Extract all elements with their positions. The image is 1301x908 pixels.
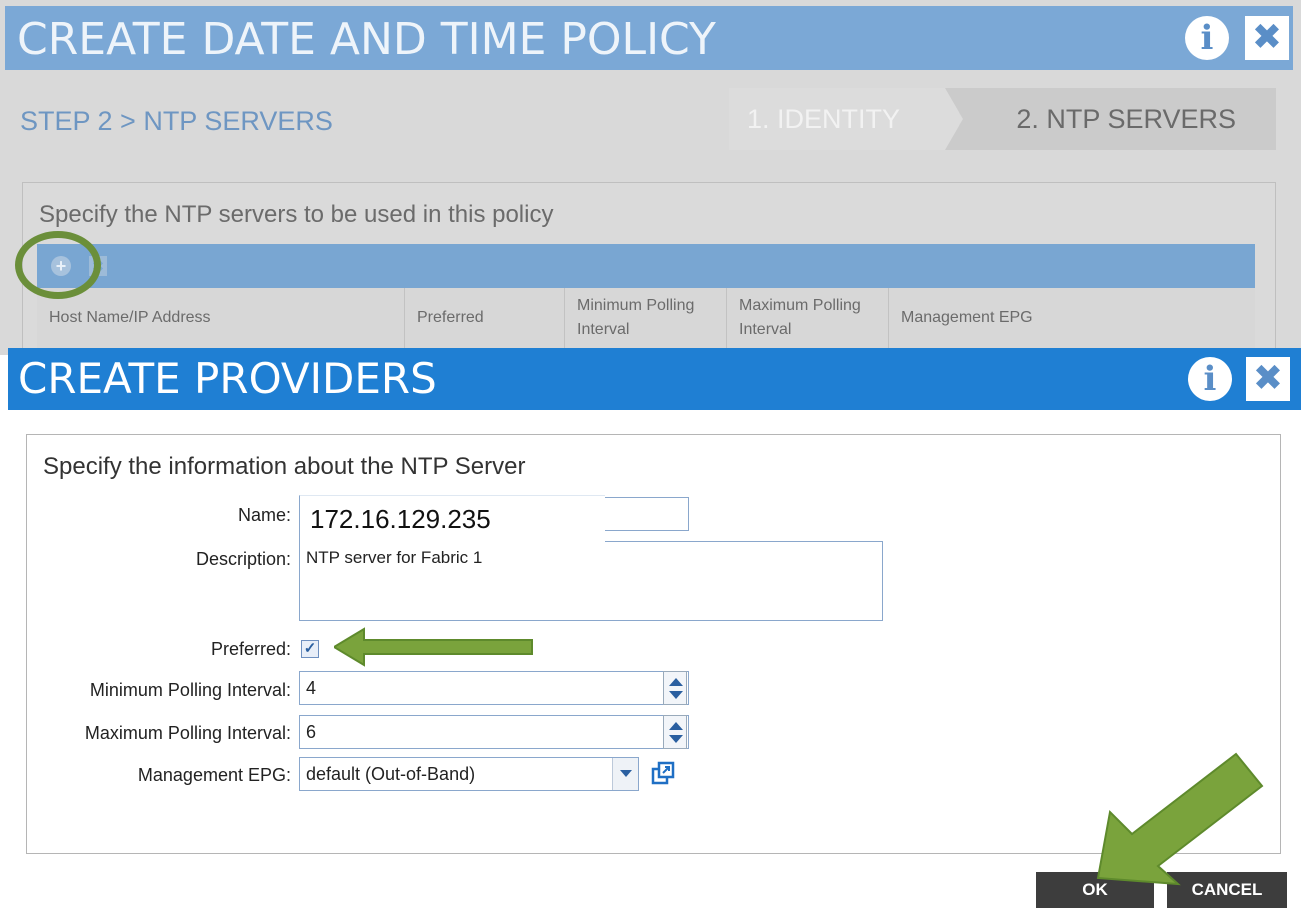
max-polling-input[interactable]: 6 — [299, 715, 689, 749]
callout-arrow-preferred — [334, 627, 533, 667]
step-label: STEP 2 > NTP SERVERS — [20, 106, 333, 136]
description-textarea[interactable]: NTP server for Fabric 1 — [299, 541, 883, 621]
column-min-polling[interactable]: Minimum Polling Interval — [565, 288, 727, 348]
management-epg-value: default (Out-of-Band) — [306, 764, 476, 784]
create-providers-title: CREATE PROVIDERS — [18, 354, 437, 403]
callout-arrow-ok — [1096, 752, 1264, 886]
description-label: Description: — [195, 549, 291, 569]
max-polling-stepper[interactable] — [663, 715, 687, 749]
min-polling-input[interactable]: 4 — [299, 671, 689, 705]
callout-circle — [15, 231, 101, 299]
background-dialog-titlebar: CREATE DATE AND TIME POLICY i ✖ — [5, 6, 1293, 70]
increment-icon[interactable] — [669, 678, 683, 686]
wizard-step-identity[interactable]: 1. IDENTITY — [729, 88, 959, 150]
column-host-name[interactable]: Host Name/IP Address — [37, 288, 405, 348]
min-polling-label: Minimum Polling Interval: — [89, 680, 291, 700]
table-toolbar: + ✖ — [37, 244, 1255, 288]
management-epg-label: Management EPG: — [137, 765, 291, 785]
max-polling-label: Maximum Polling Interval: — [84, 723, 291, 743]
info-icon[interactable]: i — [1185, 16, 1229, 60]
background-dialog: CREATE DATE AND TIME POLICY i ✖ STEP 2 >… — [0, 0, 1301, 362]
name-input[interactable]: 172.16.129.235 — [299, 495, 605, 545]
info-icon[interactable]: i — [1188, 357, 1232, 401]
increment-icon[interactable] — [669, 722, 683, 730]
management-epg-select[interactable]: default (Out-of-Band) — [299, 757, 639, 791]
decrement-icon[interactable] — [669, 691, 683, 699]
create-providers-titlebar: CREATE PROVIDERS i ✖ — [8, 348, 1301, 410]
preferred-checkbox[interactable]: ✓ — [301, 640, 319, 658]
column-max-polling[interactable]: Maximum Polling Interval — [727, 288, 889, 348]
wizard-step-ntp-servers[interactable]: 2. NTP SERVERS — [945, 88, 1276, 150]
column-management-epg[interactable]: Management EPG — [889, 288, 1255, 348]
min-polling-stepper[interactable] — [663, 671, 687, 705]
ntp-servers-panel-text: Specify the NTP servers to be used in th… — [39, 201, 554, 228]
chevron-down-icon[interactable] — [612, 758, 638, 790]
name-label: Name: — [237, 505, 291, 525]
background-dialog-title: CREATE DATE AND TIME POLICY — [17, 14, 716, 65]
table-header: Host Name/IP Address Preferred Minimum P… — [37, 288, 1255, 348]
open-link-icon[interactable] — [651, 761, 675, 785]
column-preferred[interactable]: Preferred — [405, 288, 565, 348]
close-icon[interactable]: ✖ — [1246, 357, 1290, 401]
wizard-steps: 1. IDENTITY 2. NTP SERVERS — [729, 88, 1276, 150]
form-heading: Specify the information about the NTP Se… — [43, 453, 526, 480]
decrement-icon[interactable] — [669, 735, 683, 743]
preferred-label: Preferred: — [210, 639, 291, 659]
close-icon[interactable]: ✖ — [1245, 16, 1289, 60]
